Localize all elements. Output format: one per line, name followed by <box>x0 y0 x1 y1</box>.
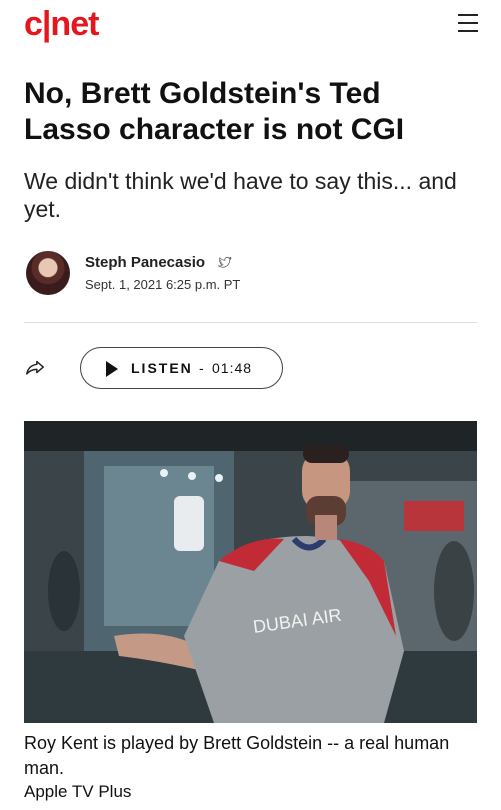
twitter-icon[interactable] <box>218 255 232 269</box>
publish-date: Sept. 1, 2021 6:25 p.m. PT <box>85 277 241 292</box>
article-headline: No, Brett Goldstein's Ted Lasso characte… <box>24 77 405 146</box>
listen-button[interactable]: LISTEN - 01:48 <box>80 347 283 389</box>
photo-credit: Apple TV Plus <box>24 782 132 801</box>
photo-illustration: DUBAI AIR <box>24 421 477 723</box>
article-subheadline: We didn't think we'd have to say this...… <box>24 168 457 222</box>
menu-line <box>458 22 478 24</box>
divider <box>24 322 477 323</box>
cnet-logo[interactable]: c|net <box>24 4 99 44</box>
photo-caption: Roy Kent is played by Brett Goldstein --… <box>24 733 450 778</box>
listen-duration: 01:48 <box>212 360 253 376</box>
article-photo[interactable]: DUBAI AIR <box>24 421 477 723</box>
author-name[interactable]: Steph Panecasio <box>85 254 205 271</box>
hamburger-menu-icon[interactable] <box>458 14 478 34</box>
menu-line <box>458 30 478 32</box>
play-icon <box>106 361 118 377</box>
menu-line <box>458 14 478 16</box>
listen-label: LISTEN <box>131 360 193 376</box>
author-avatar[interactable] <box>26 251 70 295</box>
listen-separator: - <box>199 360 204 376</box>
share-arrow-icon[interactable] <box>24 357 46 379</box>
site-header: c|net <box>0 0 501 50</box>
